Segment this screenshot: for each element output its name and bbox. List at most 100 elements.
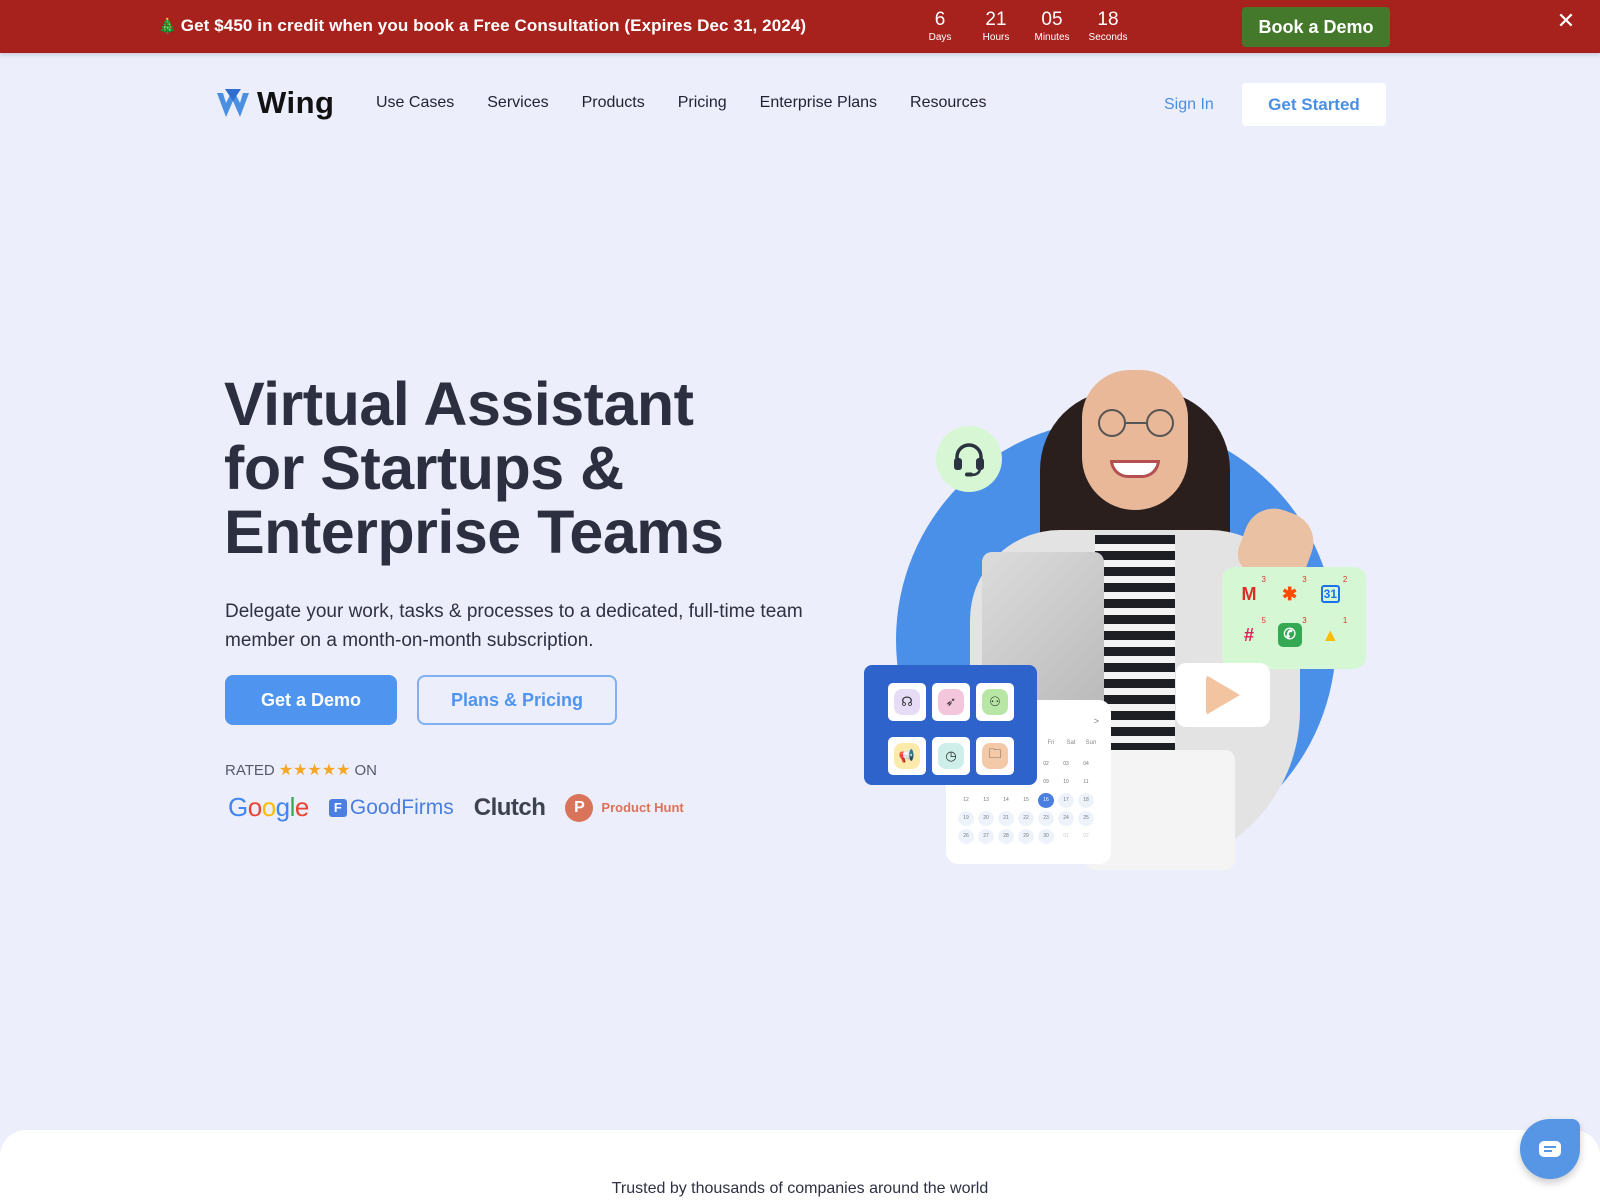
- clutch-logo[interactable]: Clutch: [474, 794, 546, 822]
- promo-banner: 🎄 Get $450 in credit when you book a Fre…: [0, 0, 1600, 53]
- tools-card: ☊ ➶ ⚇ 📢 ◷ 🗀: [864, 665, 1037, 785]
- folder-icon: 🗀: [982, 742, 1008, 769]
- calendar-day: 10: [1063, 779, 1069, 785]
- promo-message: 🎄 Get $450 in credit when you book a Fre…: [158, 16, 806, 36]
- countdown-seconds: 18 Seconds: [1088, 9, 1128, 43]
- chat-launcher-button[interactable]: [1520, 1119, 1580, 1179]
- producthunt-icon: P: [565, 793, 594, 822]
- trusted-heading: Trusted by thousands of companies around…: [611, 1180, 989, 1197]
- calendar-day: 16: [1038, 793, 1054, 808]
- calendar-day: 30: [1038, 829, 1054, 844]
- goodfirms-icon: F: [328, 798, 347, 817]
- calendar-day: 21: [998, 811, 1014, 826]
- rated-label: RATED: [225, 761, 275, 779]
- tool-tile: ⚇: [976, 683, 1014, 721]
- headset-icon: [954, 443, 984, 477]
- logo-text: Wing: [257, 85, 335, 120]
- calendar-day: 02: [1043, 761, 1049, 767]
- calendar-day: 29: [1018, 829, 1034, 844]
- main-nav: Wing Use Cases Services Products Pricing…: [0, 53, 1600, 153]
- slack-icon: #5: [1243, 616, 1266, 645]
- chat-icon: [1539, 1141, 1561, 1157]
- calendar-day: 09: [1043, 779, 1049, 785]
- calendar-day: 15: [1023, 797, 1029, 803]
- tool-tile: 📢: [888, 736, 926, 775]
- nav-use-cases[interactable]: Use Cases: [376, 94, 454, 112]
- headset-icon: ☊: [894, 689, 920, 715]
- rating-sites: Google F GoodFirms Clutch P Product Hunt: [228, 792, 684, 823]
- support-bubble: [936, 426, 1002, 492]
- rated-line: RATED ★★★★★ ON: [225, 760, 377, 780]
- producthunt-logo[interactable]: P Product Hunt: [565, 793, 684, 822]
- get-started-button[interactable]: Get Started: [1242, 83, 1386, 126]
- hero-title-line: Virtual Assistant: [224, 370, 694, 438]
- calendar-day: 18: [1078, 793, 1094, 808]
- calendar-day: 22: [1018, 811, 1034, 826]
- video-play-card[interactable]: [1176, 663, 1270, 727]
- tool-tile: 🗀: [976, 736, 1014, 775]
- calendar-day: 23: [1038, 811, 1054, 826]
- logo[interactable]: Wing: [215, 85, 334, 121]
- glasses-icon: [1098, 409, 1174, 437]
- close-icon[interactable]: ✕: [1554, 9, 1578, 33]
- promo-text: Get $450 in credit when you book a Free …: [180, 16, 807, 35]
- get-demo-button[interactable]: Get a Demo: [225, 675, 397, 725]
- hero-title-line: for Startups &: [224, 434, 624, 502]
- book-demo-button[interactable]: Book a Demo: [1242, 7, 1390, 47]
- calendar-day: 01: [1063, 833, 1069, 839]
- clock-icon: ◷: [938, 742, 964, 769]
- wing-logo-icon: [217, 89, 249, 117]
- hero-subtitle: Delegate your work, tasks & processes to…: [225, 601, 803, 651]
- rocket-icon: ➶: [938, 689, 964, 715]
- calendar-day: 19: [958, 811, 974, 826]
- countdown-hours: 21 Hours: [982, 9, 1010, 43]
- megaphone-icon: 📢: [894, 742, 920, 769]
- calendar-day: 14: [1003, 797, 1009, 803]
- calendar-day: 03: [1063, 761, 1069, 767]
- countdown-days: 6 Days: [928, 9, 952, 43]
- five-stars-icon: ★★★★★: [278, 762, 351, 779]
- hero-title: Virtual Assistant for Startups & Enterpr…: [224, 370, 724, 566]
- calendar-day: 26: [958, 829, 974, 844]
- zapier-icon: ✱ 3: [1282, 575, 1307, 604]
- nav-links: Use Cases Services Products Pricing Ente…: [376, 94, 1020, 112]
- tool-tile: ➶: [932, 683, 970, 721]
- calendar-day: 02: [1083, 833, 1089, 839]
- google-drive-icon: ▲ 1: [1321, 616, 1348, 645]
- hero-illustration: M3 ✱ 3 31 2 #5 ✆ 3 ▲ 1 > Fri Sat Sun 02 03 04 0…: [860, 330, 1380, 890]
- google-logo[interactable]: Google: [228, 792, 309, 823]
- calendar-day: 27: [978, 829, 994, 844]
- christmas-tree-icon: 🎄: [158, 18, 177, 35]
- calendar-day: 24: [1058, 811, 1074, 826]
- calendar-day: 28: [998, 829, 1014, 844]
- nav-enterprise-plans[interactable]: Enterprise Plans: [760, 94, 877, 112]
- play-icon: [1206, 675, 1240, 715]
- countdown-minutes: 05 Minutes: [1034, 9, 1070, 43]
- integrations-card: M3 ✱ 3 31 2 #5 ✆ 3 ▲ 1: [1222, 567, 1366, 669]
- calendar-day: 13: [983, 797, 989, 803]
- rated-on-label: ON: [354, 761, 377, 779]
- plans-pricing-button[interactable]: Plans & Pricing: [417, 675, 617, 725]
- nav-pricing[interactable]: Pricing: [678, 94, 727, 112]
- hero-title-line: Enterprise Teams: [224, 498, 724, 566]
- person-face: [1082, 370, 1188, 510]
- sign-in-link[interactable]: Sign In: [1164, 96, 1214, 114]
- nav-services[interactable]: Services: [487, 94, 548, 112]
- nav-products[interactable]: Products: [582, 94, 645, 112]
- calendar-day: 11: [1083, 779, 1089, 785]
- calendar-next-icon: >: [1093, 716, 1099, 726]
- calendar-day: 25: [1078, 811, 1094, 826]
- gmail-icon: M3: [1241, 575, 1267, 604]
- calendar-day: 12: [963, 797, 969, 803]
- calendar-day: 20: [978, 811, 994, 826]
- google-calendar-icon: 31 2: [1317, 575, 1347, 607]
- calendar-day: 17: [1058, 793, 1074, 808]
- calendar-weekdays: Fri Sat Sun: [1047, 740, 1097, 746]
- team-icon: ⚇: [982, 689, 1008, 715]
- countdown-timer: 6 Days 21 Hours 05 Minutes 18 Seconds: [912, 8, 1136, 44]
- phone-icon: ✆ 3: [1277, 616, 1307, 648]
- tool-tile: ☊: [888, 683, 926, 721]
- nav-resources[interactable]: Resources: [910, 94, 986, 112]
- goodfirms-logo[interactable]: F GoodFirms: [328, 796, 454, 820]
- calendar-day: 04: [1083, 761, 1089, 767]
